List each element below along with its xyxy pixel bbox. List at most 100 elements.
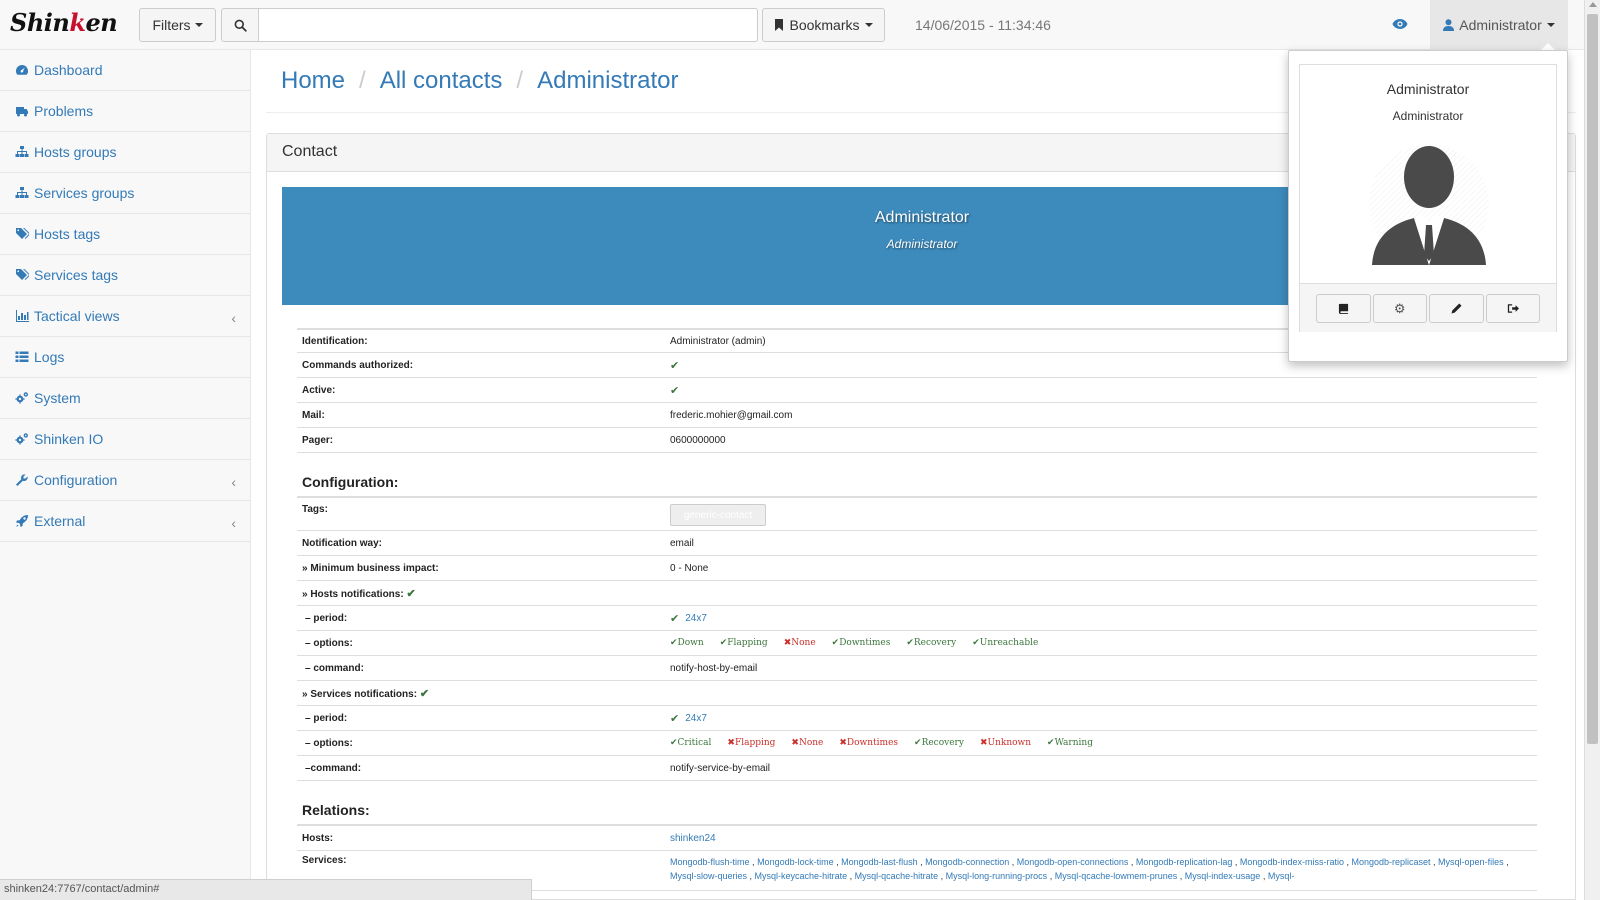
timeperiod-link[interactable]: 24x7	[685, 613, 707, 624]
current-datetime: 14/06/2015 - 11:34:46	[915, 17, 1051, 33]
detail-value: 0600000000	[670, 434, 726, 446]
check-icon: ✔	[670, 712, 680, 725]
service-link[interactable]: Mysql-qcache-lowmem-prunes	[1055, 871, 1178, 881]
host-options-list: ✔Down ✔Flapping ✖None ✔Downtimes ✔Recovery ✔U…	[670, 638, 1537, 648]
detail-label: – command:	[305, 662, 364, 674]
settings-button[interactable]: ⚙	[1372, 294, 1427, 323]
breadcrumb-home-link[interactable]: Home	[281, 67, 345, 95]
scrollbar-thumb[interactable]	[1587, 14, 1598, 744]
service-link[interactable]: Mongodb-replicaset	[1351, 857, 1430, 867]
sidebar-item-services-tags[interactable]: Services tags	[0, 255, 250, 296]
service-link[interactable]: Mongodb-connection	[925, 857, 1009, 867]
service-link[interactable]: Mysql-open-files	[1438, 857, 1504, 867]
detail-row-host-period: – period: ✔ 24x7	[297, 606, 1537, 631]
section-title-relations: Relations:	[297, 781, 1537, 826]
sidebar-item-configuration[interactable]: Configuration ‹	[0, 460, 250, 501]
sidebar-item-dashboard[interactable]: Dashboard	[0, 50, 250, 91]
detail-label: – period:	[305, 612, 348, 624]
user-card-role: Administrator	[1392, 109, 1464, 123]
filters-dropdown-button[interactable]: Filters	[139, 8, 216, 42]
detail-row-host-command: – command: notify-host-by-email	[297, 656, 1537, 681]
service-link[interactable]: Mongodb-lock-time	[757, 857, 834, 867]
notification-option-label: Flapping	[727, 638, 768, 648]
detail-row-pager: Pager: 0600000000	[297, 428, 1537, 453]
dashboard-icon	[15, 63, 29, 77]
tag-button[interactable]: generic-contact	[670, 504, 766, 526]
service-link[interactable]: Mysql-index-usage	[1185, 871, 1261, 881]
sidebar-item-shinken-io[interactable]: Shinken IO	[0, 419, 250, 460]
notification-option: ✖None	[784, 638, 816, 648]
logout-button[interactable]	[1485, 294, 1540, 323]
notification-option-label: Recovery	[921, 738, 964, 748]
caret-down-icon	[194, 23, 203, 27]
detail-row-tags: Tags: generic-contact	[297, 498, 1537, 531]
check-icon: ✔	[406, 587, 416, 600]
service-link[interactable]: Mysql-slow-queries	[670, 871, 747, 881]
detail-label: Services:	[302, 855, 347, 866]
notification-option: ✔Down	[670, 638, 704, 648]
service-link[interactable]: Mysql-keycache-hitrate	[755, 871, 848, 881]
detail-value: notify-service-by-email	[670, 762, 771, 774]
sidebar-item-problems[interactable]: Problems	[0, 91, 250, 132]
detail-label: Pager:	[302, 434, 334, 446]
service-link[interactable]: Mongodb-open-connections	[1017, 857, 1129, 867]
service-link[interactable]: Mysql-qcache-hitrate	[855, 871, 939, 881]
service-link[interactable]: Mongodb-replication-lag	[1136, 857, 1233, 867]
detail-label: – options:	[305, 637, 353, 649]
cross-icon: ✖	[791, 738, 799, 748]
sidebar-item-label: Dashboard	[34, 62, 103, 78]
breadcrumb-separator: /	[359, 67, 366, 94]
detail-value: notify-host-by-email	[670, 662, 758, 674]
chevron-left-icon: ‹	[231, 515, 236, 531]
breadcrumb-current[interactable]: Administrator	[537, 67, 678, 95]
service-link[interactable]: Mongodb-index-miss-ratio	[1240, 857, 1344, 867]
notification-option: ✖Flapping	[727, 738, 775, 748]
user-icon	[1443, 19, 1455, 31]
service-link[interactable]: Mysql-long-running-procs	[946, 871, 1048, 881]
service-link[interactable]: Mysql-	[1268, 871, 1295, 881]
sidebar-item-label: Logs	[34, 349, 65, 365]
detail-row-notification-way: Notification way: email	[297, 531, 1537, 556]
check-icon: ✔	[670, 359, 680, 372]
detail-value: frederic.mohier@gmail.com	[670, 409, 793, 421]
detail-row-hosts: Hosts: shinken24	[297, 826, 1537, 851]
edit-button[interactable]	[1429, 294, 1484, 323]
check-icon: ✔	[914, 738, 922, 748]
service-link[interactable]: Mongodb-flush-time	[670, 857, 750, 867]
sidebar-item-tactical-views[interactable]: Tactical views ‹	[0, 296, 250, 337]
detail-row-host-options: – options: ✔Down ✔Flapping ✖None ✔Downtimes…	[297, 631, 1537, 656]
service-link[interactable]: Mongodb-last-flush	[841, 857, 918, 867]
bar-chart-icon	[15, 309, 29, 323]
eye-icon[interactable]	[1392, 17, 1408, 31]
bookmarks-dropdown-button[interactable]: Bookmarks	[762, 8, 885, 42]
sidebar-item-hosts-groups[interactable]: Hosts groups	[0, 132, 250, 173]
contact-details: Identification: Administrator (admin) Co…	[297, 328, 1537, 891]
shinken-logo[interactable]: Shinken	[10, 8, 118, 37]
detail-label: Notification way:	[302, 537, 383, 549]
detail-row-service-command: –command: notify-service-by-email	[297, 756, 1537, 781]
book-button[interactable]	[1316, 294, 1371, 323]
detail-label: Commands authorized:	[302, 359, 414, 371]
sidebar-item-system[interactable]: System	[0, 378, 250, 419]
detail-value: email	[670, 537, 694, 549]
search-input[interactable]	[258, 8, 758, 42]
detail-label: Active:	[302, 384, 336, 396]
timeperiod-link[interactable]: 24x7	[685, 713, 707, 724]
notification-option-label: Warning	[1054, 738, 1093, 748]
gears-icon	[15, 391, 29, 405]
notification-option-label: Recovery	[913, 638, 957, 648]
search-button[interactable]	[221, 8, 259, 42]
scroll-up-arrow-icon[interactable]	[1589, 2, 1597, 7]
breadcrumb-contacts-link[interactable]: All contacts	[380, 67, 503, 95]
host-link[interactable]: shinken24	[670, 833, 716, 844]
notification-option: ✔Recovery	[914, 738, 964, 748]
sidebar-item-hosts-tags[interactable]: Hosts tags	[0, 214, 250, 255]
notification-option-label: None	[798, 738, 824, 748]
notification-option: ✖None	[791, 738, 823, 748]
vertical-scrollbar[interactable]	[1584, 0, 1600, 900]
check-icon: ✔	[972, 638, 980, 648]
notification-option: ✖Downtimes	[839, 738, 898, 748]
sidebar-item-external[interactable]: External ‹	[0, 501, 250, 542]
sidebar-item-services-groups[interactable]: Services groups	[0, 173, 250, 214]
sidebar-item-logs[interactable]: Logs	[0, 337, 250, 378]
